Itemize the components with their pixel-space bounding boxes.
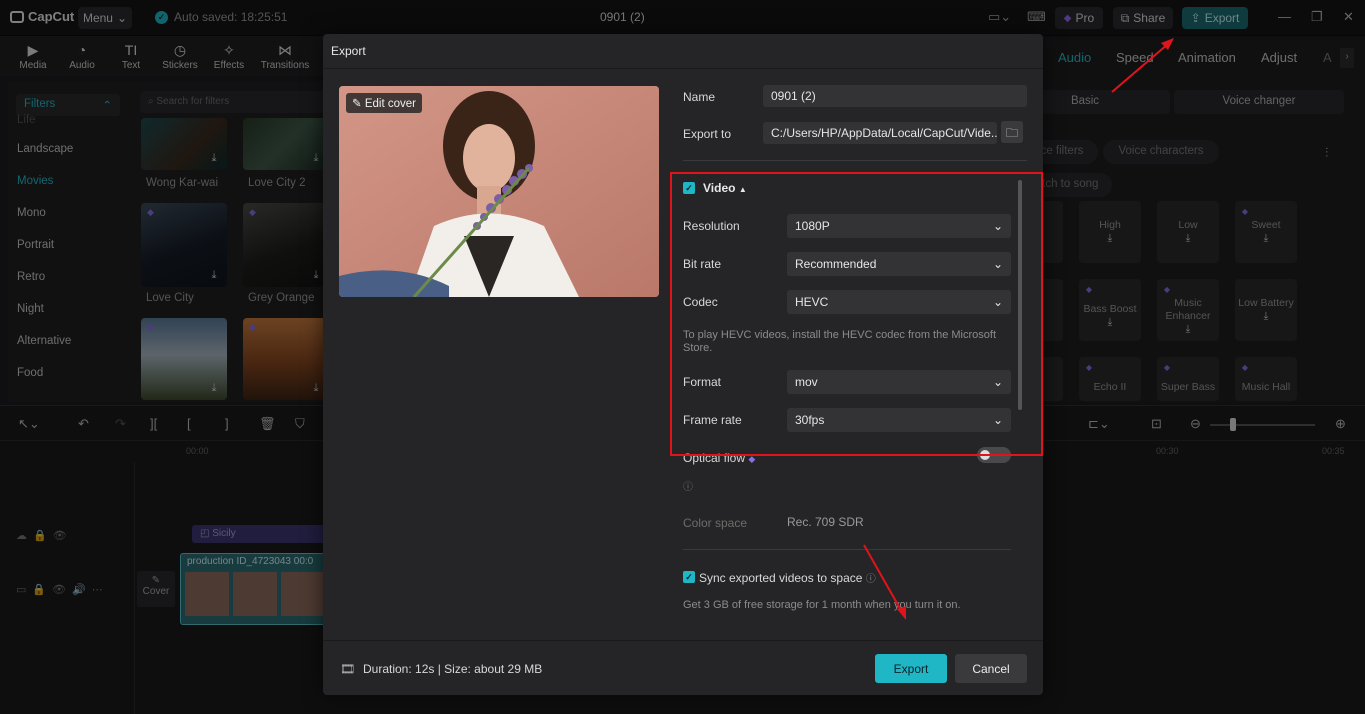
annotation-arrows: [863, 38, 1174, 620]
